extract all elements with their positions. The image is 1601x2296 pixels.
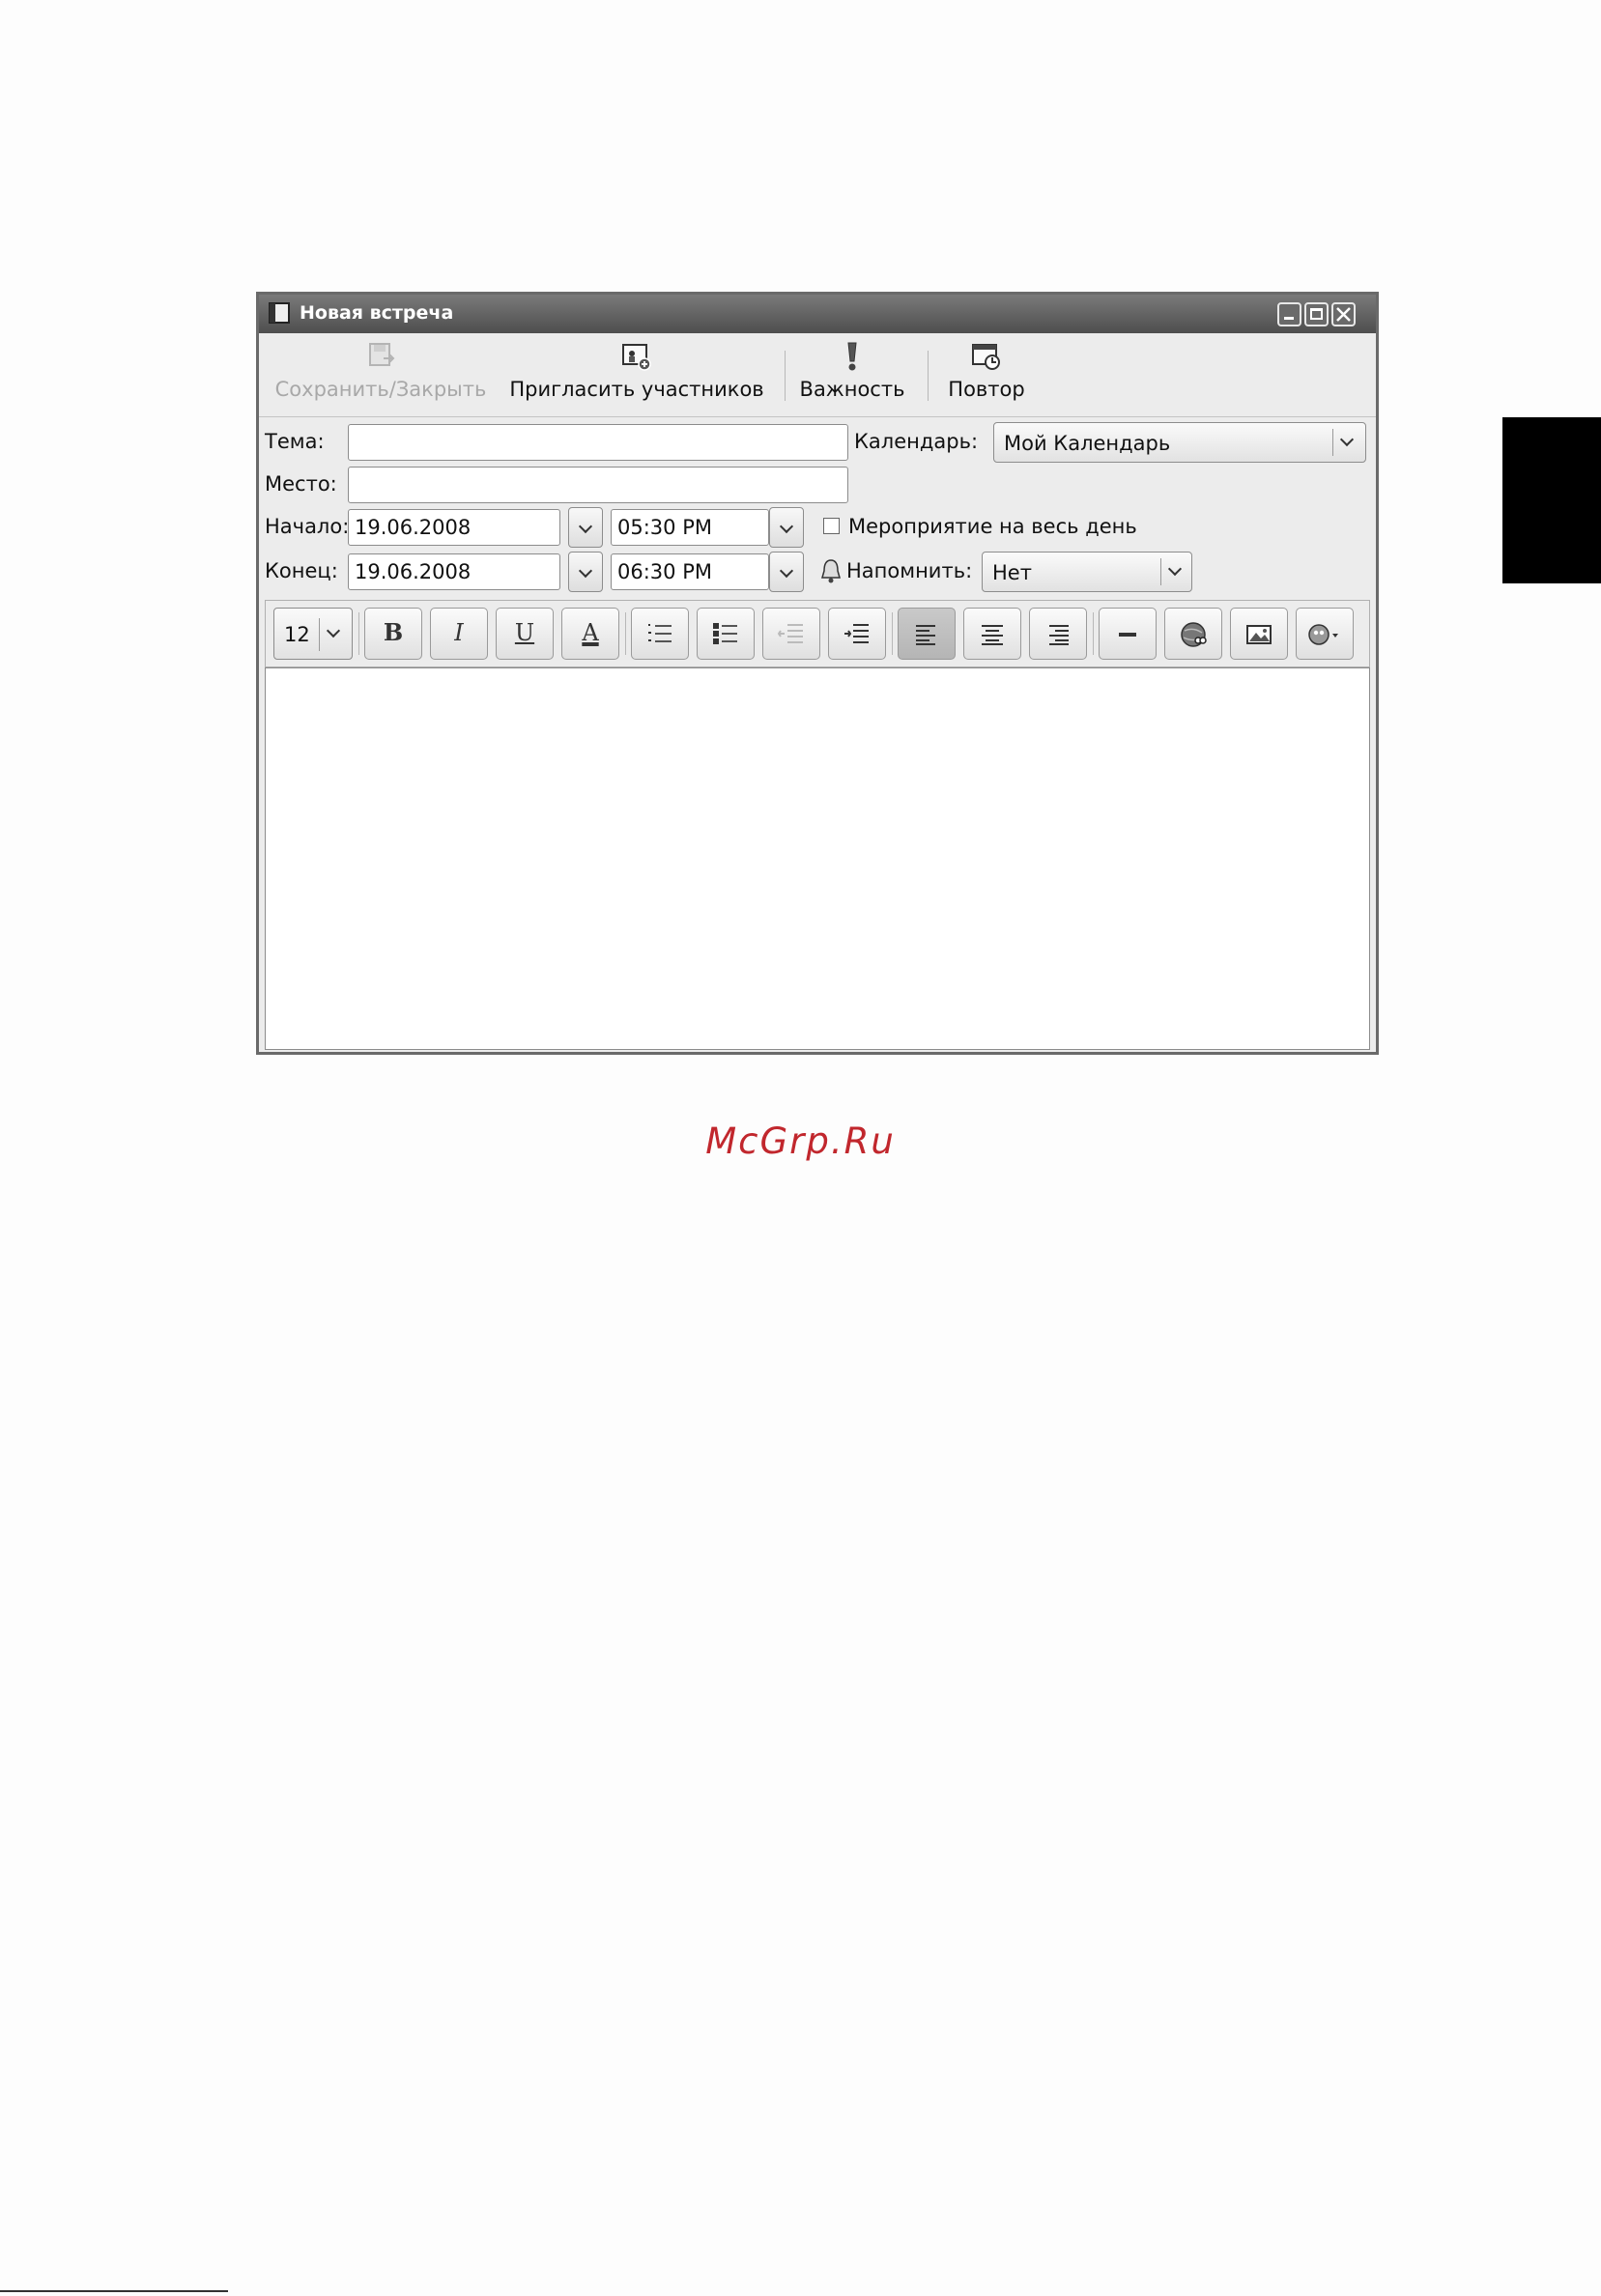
minimize-icon: [1284, 317, 1294, 320]
calendar-app-icon: [269, 302, 290, 324]
reminder-select[interactable]: Нет: [982, 552, 1192, 592]
decrease-indent-icon: [777, 624, 803, 643]
reminder-label: Напомнить:: [846, 559, 973, 582]
end-time-dropdown[interactable]: [769, 552, 804, 592]
maximize-icon: [1310, 308, 1323, 320]
start-date-dropdown[interactable]: [568, 507, 603, 548]
combo-divider: [1332, 429, 1333, 456]
invite-attendees-label: Пригласить участников: [509, 378, 764, 401]
increase-indent-button[interactable]: [828, 608, 886, 660]
globe-link-icon: [1181, 622, 1207, 647]
chevron-down-icon: [1167, 561, 1183, 577]
all-day-label: Мероприятие на весь день: [848, 515, 1137, 538]
save-close-button[interactable]: Сохранить/Закрыть: [271, 341, 491, 401]
page-side-tab: [1502, 417, 1601, 583]
invite-attendees-button[interactable]: Пригласить участников: [504, 341, 769, 401]
combo-divider: [319, 618, 320, 651]
font-color-button[interactable]: A: [561, 608, 619, 660]
reminder-value: Нет: [992, 561, 1032, 584]
combo-divider: [1160, 558, 1161, 585]
invite-attendees-icon: [622, 344, 651, 371]
increase-indent-icon: [844, 624, 869, 643]
page-footer-rule: [0, 2290, 228, 2292]
location-input[interactable]: [348, 467, 848, 503]
end-time-input[interactable]: 06:30 PM: [611, 553, 769, 590]
end-date-dropdown[interactable]: [568, 552, 603, 592]
bell-icon: [821, 559, 841, 583]
end-date-input[interactable]: 19.06.2008: [348, 553, 560, 590]
bold-button[interactable]: B: [364, 608, 422, 660]
chevron-down-icon: [779, 563, 794, 579]
importance-label: Важность: [799, 378, 905, 401]
horizontal-rule-icon: [1119, 633, 1136, 637]
watermark-text: McGrp.Ru: [705, 1120, 896, 1162]
underline-button[interactable]: U: [496, 608, 554, 660]
decrease-indent-button[interactable]: [762, 608, 820, 660]
smiley-icon: [1308, 624, 1338, 645]
maximize-button[interactable]: [1304, 302, 1329, 326]
toolbar-separator: [1093, 612, 1094, 655]
align-center-button[interactable]: [963, 608, 1021, 660]
title-bar[interactable]: Новая встреча: [259, 295, 1376, 333]
importance-button[interactable]: Важность: [796, 341, 908, 401]
numbered-list-button[interactable]: [631, 608, 689, 660]
main-toolbar: Сохранить/Закрыть Пригласить участников …: [259, 333, 1376, 417]
calendar-select[interactable]: Мой Календарь: [993, 422, 1366, 463]
calendar-value: Мой Календарь: [1004, 432, 1171, 455]
start-label: Начало:: [265, 515, 350, 538]
toolbar-separator: [785, 351, 786, 401]
insert-link-button[interactable]: [1164, 608, 1222, 660]
font-size-value: 12: [284, 623, 310, 646]
image-icon: [1246, 625, 1272, 644]
all-day-checkbox[interactable]: [823, 518, 840, 534]
toolbar-separator: [358, 612, 359, 655]
window-title: Новая встреча: [300, 302, 454, 324]
insert-emoticon-button[interactable]: [1296, 608, 1354, 660]
font-size-select[interactable]: 12: [273, 608, 353, 660]
chevron-down-icon: [779, 519, 794, 534]
chevron-down-icon: [578, 563, 593, 579]
exclamation-icon: [847, 342, 857, 371]
chevron-down-icon: [326, 623, 341, 638]
formatting-toolbar: 12 B I U A: [265, 600, 1370, 667]
start-time-input[interactable]: 05:30 PM: [611, 509, 769, 546]
new-appointment-window: Новая встреча Сохранить/Закрыть Пригласи…: [256, 292, 1379, 1055]
save-close-label: Сохранить/Закрыть: [274, 378, 487, 401]
bulleted-list-button[interactable]: [697, 608, 755, 660]
save-icon: [369, 343, 395, 366]
align-right-button[interactable]: [1029, 608, 1087, 660]
repeat-button[interactable]: Повтор: [941, 341, 1032, 401]
minimize-button[interactable]: [1277, 302, 1301, 326]
close-icon: [1336, 307, 1351, 322]
calendar-label: Календарь:: [854, 430, 979, 453]
toolbar-separator: [892, 612, 893, 655]
repeat-label: Повтор: [948, 378, 1025, 401]
align-left-icon: [916, 625, 935, 645]
chevron-down-icon: [1339, 432, 1355, 447]
align-center-icon: [982, 625, 1003, 645]
chevron-down-icon: [578, 519, 593, 534]
insert-rule-button[interactable]: [1099, 608, 1157, 660]
subject-label: Тема:: [265, 430, 325, 453]
start-date-input[interactable]: 19.06.2008: [348, 509, 560, 546]
location-label: Место:: [265, 472, 337, 496]
align-left-button[interactable]: [898, 608, 956, 660]
italic-button[interactable]: I: [430, 608, 488, 660]
insert-image-button[interactable]: [1230, 608, 1288, 660]
bulleted-list-icon: [713, 623, 737, 644]
toolbar-separator: [928, 351, 929, 401]
message-body-editor[interactable]: [265, 667, 1370, 1050]
numbered-list-icon: [648, 624, 672, 642]
align-right-icon: [1049, 625, 1069, 645]
recurrence-icon: [972, 344, 1000, 370]
toolbar-separator: [625, 612, 626, 655]
end-label: Конец:: [265, 559, 338, 582]
subject-input[interactable]: [348, 424, 848, 461]
start-time-dropdown[interactable]: [769, 507, 804, 548]
close-button[interactable]: [1331, 302, 1356, 326]
